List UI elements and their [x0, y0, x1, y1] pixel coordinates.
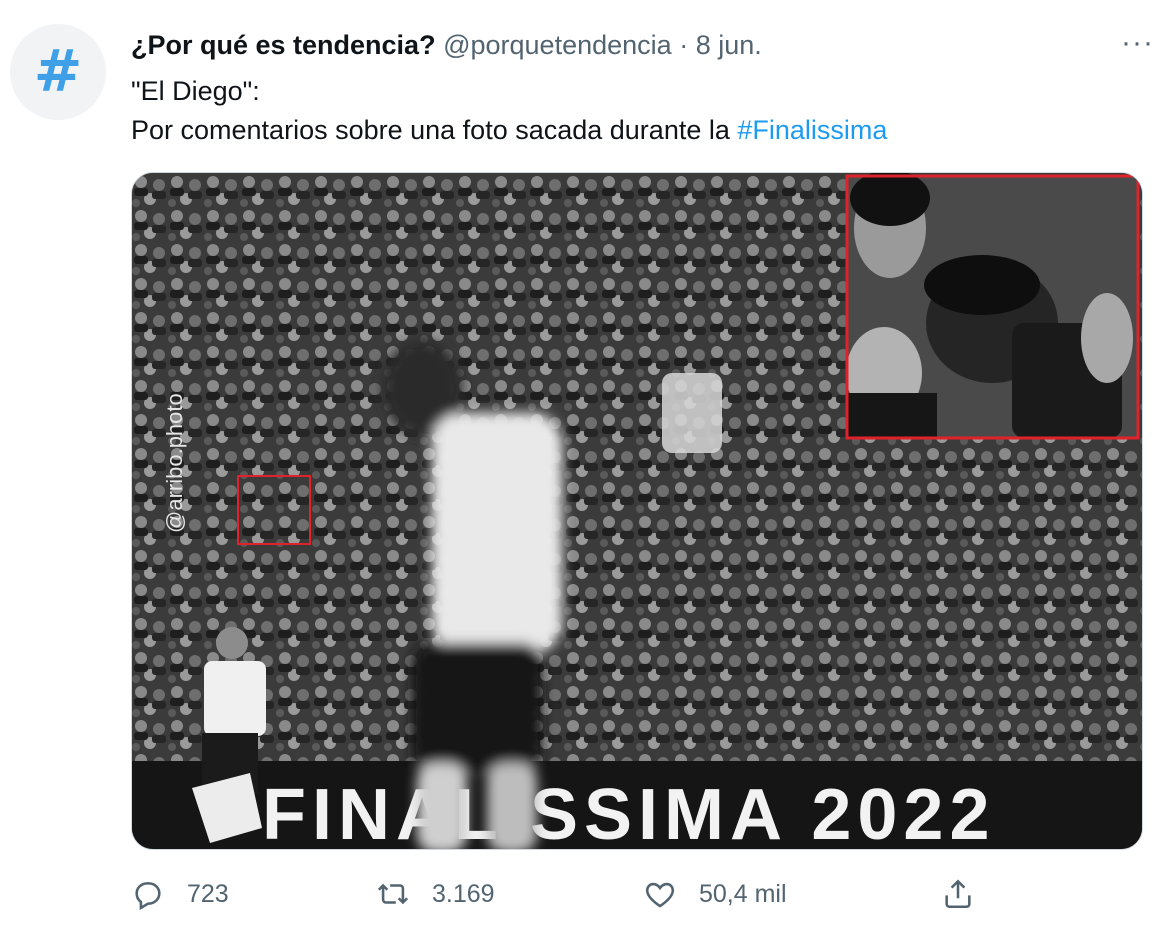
tweet-media-photo[interactable]: FINALISSIMA 2022 @arribo.photo	[131, 172, 1143, 850]
reply-icon	[135, 882, 161, 911]
author-handle[interactable]: @porquetendencia	[443, 30, 672, 60]
referee	[204, 661, 266, 736]
stadium-photo: FINALISSIMA 2022 @arribo.photo	[132, 173, 1142, 849]
profile-avatar[interactable]: #	[10, 24, 106, 120]
tweet-text-line-1: "El Diego":	[131, 76, 260, 106]
tweet-action-bar: 723 3.169 50,4 mil	[131, 870, 994, 918]
tweet-header: ¿Por qué es tendencia? @porquetendencia …	[131, 28, 1114, 62]
retweet-icon	[377, 883, 409, 905]
share-button[interactable]	[941, 870, 975, 918]
reply-count: 723	[187, 879, 229, 908]
zoom-inset	[845, 173, 1140, 440]
author-display-name[interactable]: ¿Por qué es tendencia?	[131, 30, 436, 60]
tweet-text-line-2: Por comentarios sobre una foto sacada du…	[131, 111, 1134, 150]
like-count: 50,4 mil	[699, 879, 787, 908]
tweet-text-body: Por comentarios sobre una foto sacada du…	[131, 115, 738, 145]
share-icon	[945, 879, 971, 909]
retweet-count: 3.169	[432, 879, 495, 908]
photo-watermark: @arribo.photo	[162, 393, 187, 533]
hashtag-avatar-glyph: #	[33, 37, 83, 105]
like-button[interactable]: 50,4 mil	[643, 870, 787, 918]
retweet-button[interactable]: 3.169	[376, 870, 495, 918]
reply-button[interactable]: 723	[131, 870, 229, 918]
heart-icon	[645, 882, 675, 908]
banner-text: FINALISSIMA 2022	[262, 775, 996, 849]
hashtag-link[interactable]: #Finalissima	[737, 115, 887, 145]
tweet-text: "El Diego": Por comentarios sobre una fo…	[131, 72, 1134, 150]
tweet-date[interactable]: 8 jun.	[696, 30, 762, 60]
header-separator: ·	[679, 30, 689, 60]
more-options-icon[interactable]: ···	[1121, 26, 1154, 60]
